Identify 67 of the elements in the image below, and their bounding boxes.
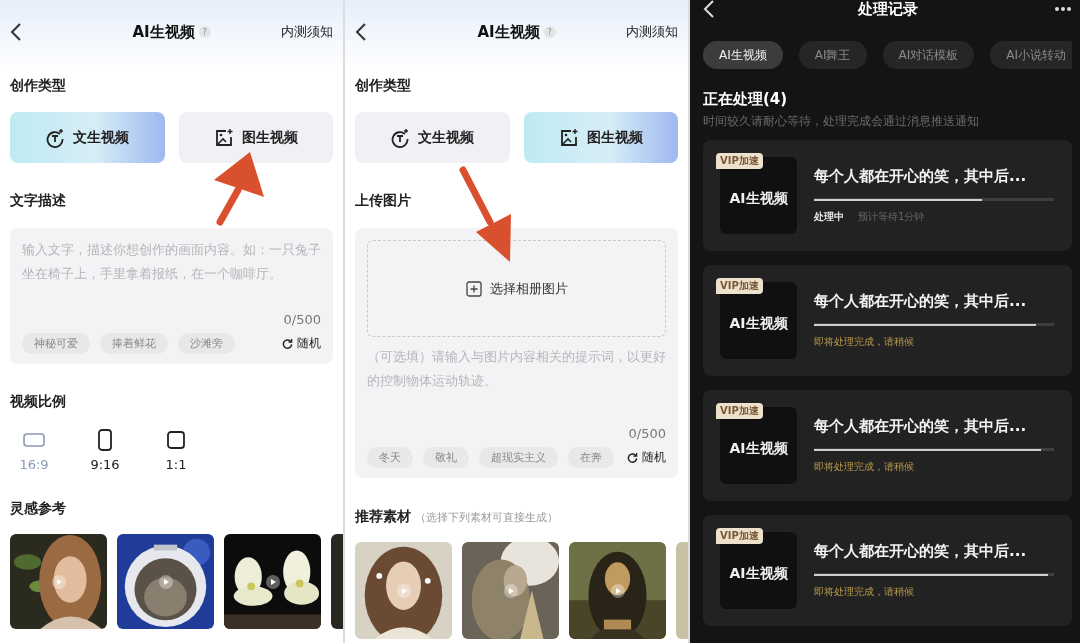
thumbnail-label: AI生视频 [729, 189, 788, 208]
refresh-icon [627, 452, 638, 463]
notice-link[interactable]: 内测须知 [626, 23, 678, 41]
task-title: 每个人都在开心的笑，其中后... [814, 542, 1028, 561]
mode-tab[interactable]: 文生视频 [10, 112, 165, 163]
notice-link[interactable]: 内测须知 [281, 23, 333, 41]
section-title: 正在处理(4) [703, 89, 789, 109]
play-icon [51, 574, 66, 589]
category-tab[interactable]: AI生视频 [703, 41, 783, 69]
play-icon [396, 583, 411, 598]
vip-badge: VIP加速 [716, 153, 763, 169]
section-title: 文字描述 [10, 191, 67, 210]
vip-badge: VIP加速 [716, 278, 763, 294]
section-note: （选择下列素材可直接生成） [415, 510, 558, 525]
thumbnail-label: AI生视频 [729, 564, 788, 583]
task-status: 即将处理完成，请稍候 [814, 585, 914, 599]
page-title: AI生视频 [477, 22, 540, 42]
back-icon[interactable] [355, 22, 367, 42]
ratio-option[interactable]: 9:16 [87, 429, 123, 473]
task-title: 每个人都在开心的笑，其中后... [814, 167, 1028, 186]
refresh-icon [282, 338, 293, 349]
random-button[interactable]: 随机 [282, 335, 321, 352]
mode-tab[interactable]: 文生视频 [355, 112, 510, 163]
section-title: 视频比例 [10, 392, 67, 411]
category-tab[interactable]: AI小说转动 [990, 41, 1072, 69]
play-icon [265, 574, 280, 589]
task-status: 即将处理完成，请稍候 [814, 335, 914, 349]
page-title: 处理记录 [857, 0, 918, 19]
section-subtitle: 时间较久请耐心等待，处理完成会通过消息推送通知 [703, 113, 980, 129]
vip-badge: VIP加速 [716, 403, 763, 419]
page-title: AI生视频 [132, 22, 195, 42]
text-spark-icon [45, 127, 66, 148]
section-title: 创作类型 [10, 76, 67, 95]
ratio-option[interactable]: 1:1 [158, 429, 194, 473]
play-icon [610, 583, 625, 598]
char-counter: 0/500 [283, 312, 321, 327]
tall-frame-icon [98, 429, 112, 451]
task-status: 处理中 [814, 210, 844, 224]
task-card[interactable]: VIP加速 AI生视频 每个人都在开心的笑，其中后... 即将处理完成，请稍候 [703, 265, 1072, 376]
thumbnail-label: AI生视频 [729, 314, 788, 333]
back-icon[interactable] [10, 22, 22, 42]
section-title: 推荐素材 [355, 507, 411, 526]
task-card[interactable]: VIP加速 AI生视频 每个人都在开心的笑，其中后... 即将处理完成，请稍候 [703, 515, 1072, 626]
more-icon[interactable] [1054, 6, 1072, 12]
task-title: 每个人都在开心的笑，其中后... [814, 417, 1028, 436]
section-title: 灵感参考 [10, 499, 66, 518]
section-title: 上传图片 [355, 191, 412, 210]
category-tab[interactable]: AI对话模板 [882, 41, 975, 69]
mode-tab[interactable]: 图生视频 [523, 112, 678, 163]
task-card[interactable]: VIP加速 AI生视频 每个人都在开心的笑，其中后... 即将处理完成，请稍候 [703, 390, 1072, 501]
image-spark-icon [558, 127, 579, 148]
task-title: 每个人都在开心的笑，其中后... [814, 292, 1028, 311]
add-icon [465, 280, 482, 297]
square-frame-icon [167, 431, 185, 449]
text-spark-icon [390, 127, 411, 148]
task-status: 即将处理完成，请稍候 [814, 460, 914, 474]
random-button[interactable]: 随机 [627, 449, 666, 466]
play-icon [503, 583, 518, 598]
image-spark-icon [213, 127, 234, 148]
vip-badge: VIP加速 [716, 528, 763, 544]
wide-frame-icon [23, 433, 45, 447]
char-counter: 0/500 [628, 426, 666, 441]
section-title: 创作类型 [355, 76, 412, 95]
mode-tab[interactable]: 图生视频 [178, 112, 333, 163]
play-icon [158, 574, 173, 589]
thumbnail-label: AI生视频 [729, 439, 788, 458]
category-tab[interactable]: AI舞王 [798, 41, 867, 69]
